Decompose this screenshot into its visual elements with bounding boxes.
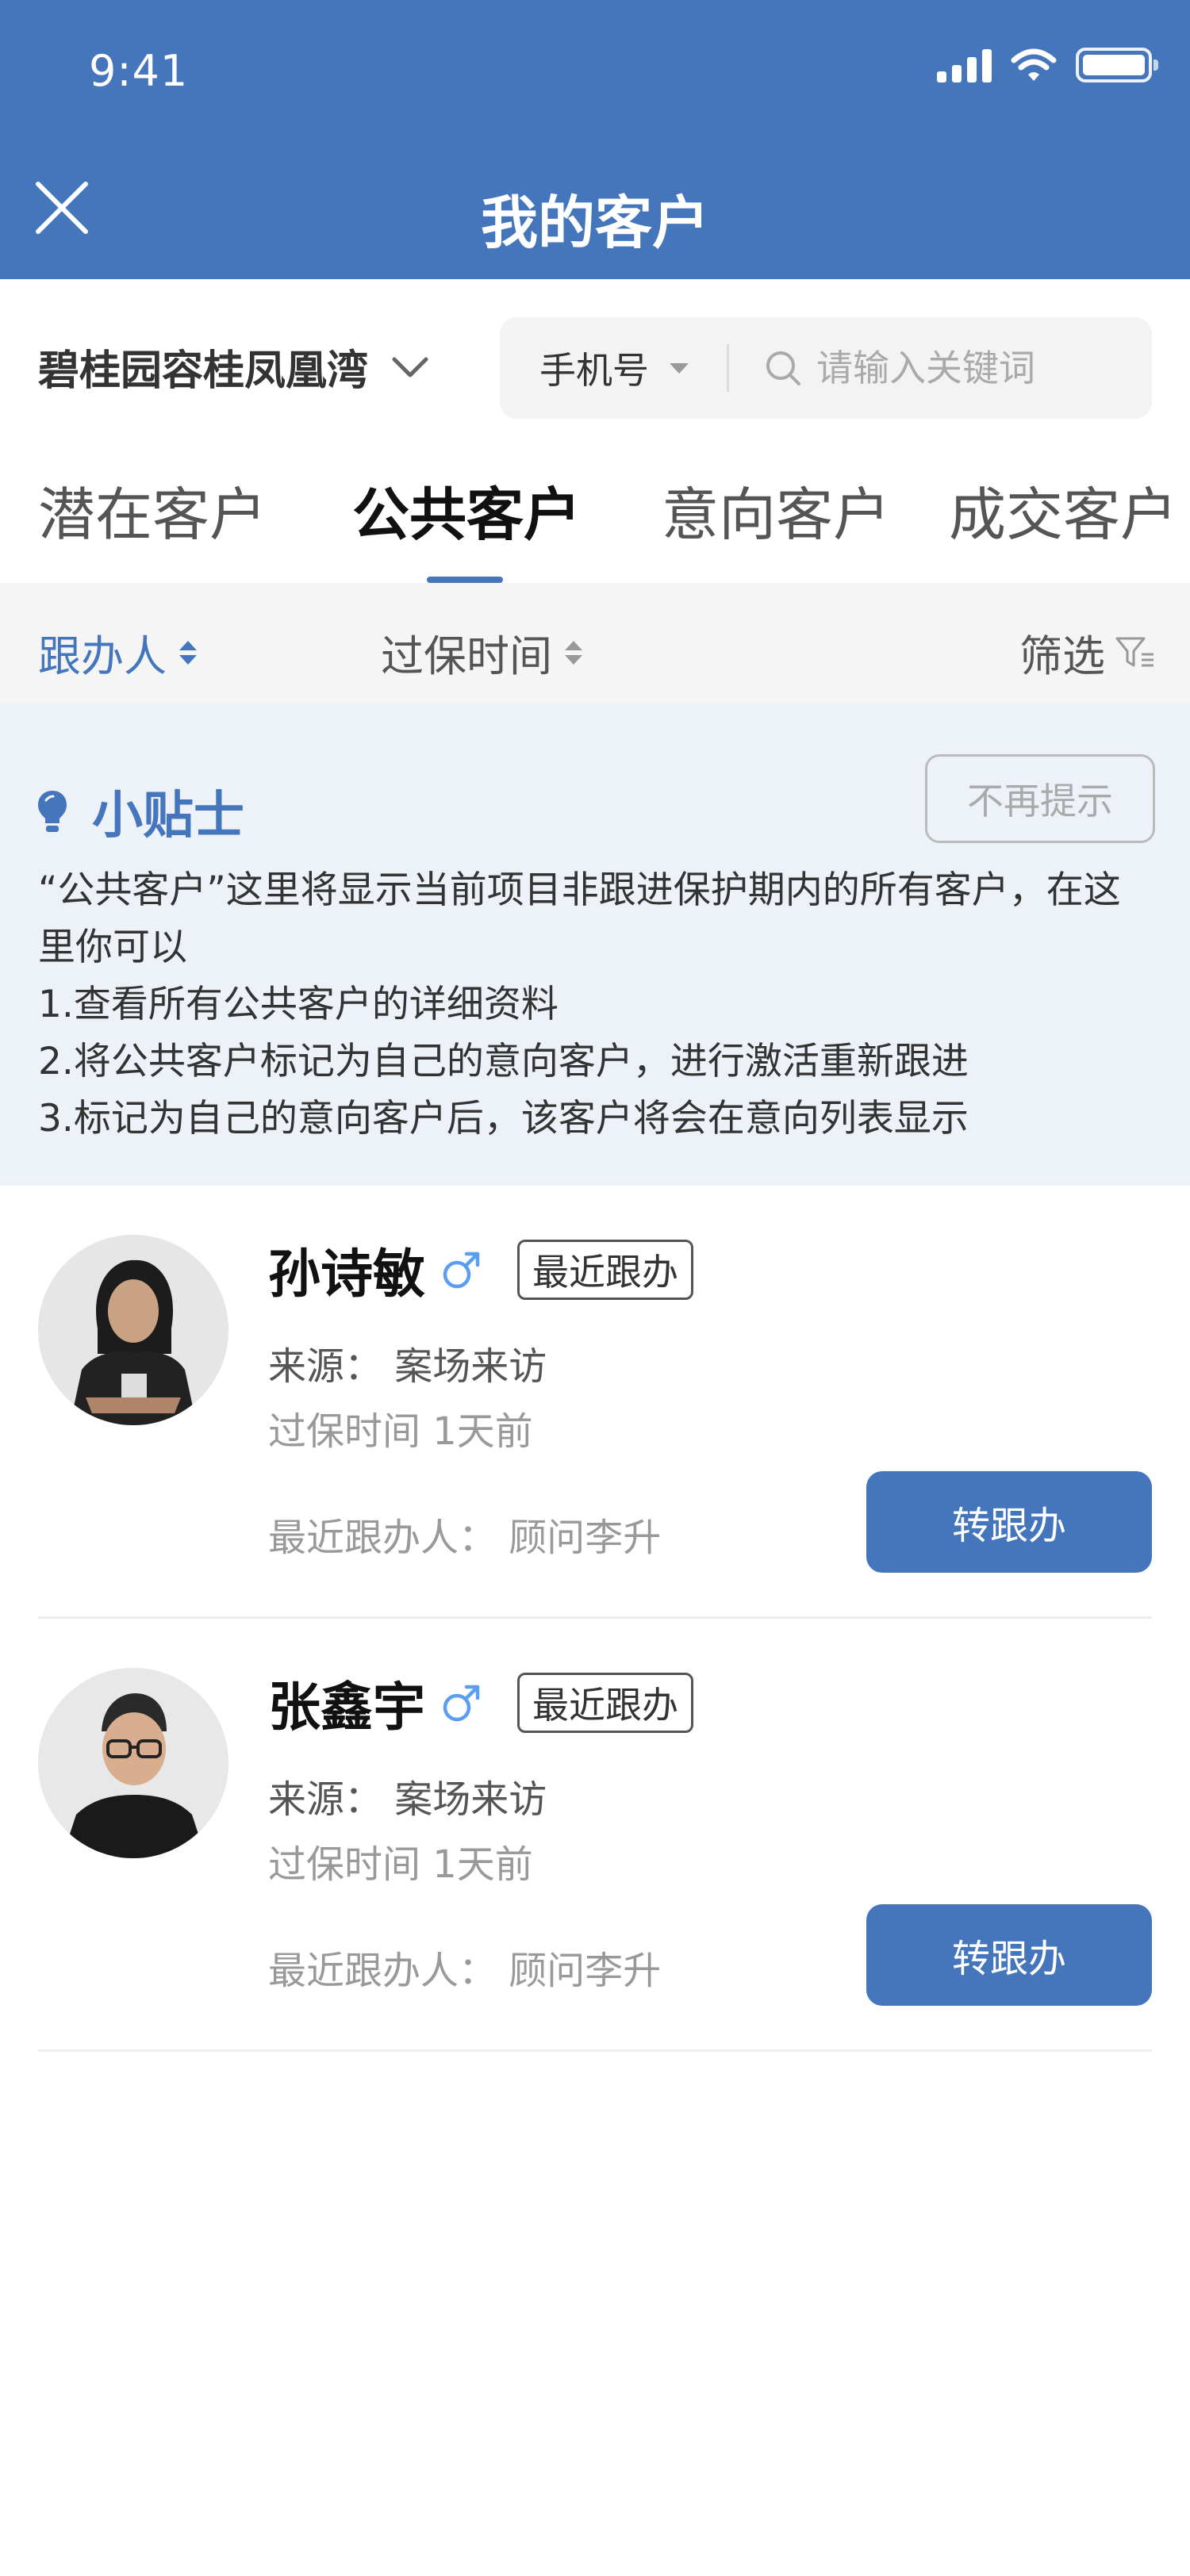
customer-source: 来源： 案场来访 <box>268 1344 547 1389</box>
dismiss-tip-button[interactable]: 不再提示 <box>925 754 1155 843</box>
avatar-portrait-image <box>38 1235 228 1425</box>
avatar-portrait-image <box>38 1668 228 1858</box>
sort-arrows-icon <box>179 640 197 665</box>
tip-line: 1.查看所有公共客户的详细资料 <box>38 983 559 1026</box>
sort-arrows-icon <box>565 640 582 665</box>
chevron-down-icon <box>392 357 428 377</box>
customer-name: 张鑫宇 <box>268 1677 425 1738</box>
customer-name: 孙诗敏 <box>268 1244 425 1305</box>
project-name: 碧桂园容桂凤凰湾 <box>38 347 369 395</box>
tab-deal[interactable]: 成交客户 <box>949 468 1177 551</box>
search-type-label: 手机号 <box>539 349 649 392</box>
tip-title: 小贴士 <box>36 775 244 848</box>
transfer-follow-button[interactable]: 转跟办 <box>866 1471 1152 1573</box>
status-time: 9:41 <box>89 46 189 96</box>
tip-line: 3.标记为自己的意向客户后，该客户将会在意向列表显示 <box>38 1097 969 1140</box>
search-field <box>729 347 1152 389</box>
search-input[interactable] <box>816 347 1118 389</box>
recent-follower: 最近跟办人： 顾问李升 <box>268 1516 662 1560</box>
customer-name-row: 张鑫宇 最近跟办 <box>268 1665 693 1741</box>
avatar <box>38 1668 228 1858</box>
tab-intention[interactable]: 意向客户 <box>662 468 890 551</box>
customer-source: 来源： 案场来访 <box>268 1777 547 1822</box>
search-icon <box>766 351 800 385</box>
tip-title-text: 小贴士 <box>92 787 244 845</box>
customer-expire-time: 过保时间 1天前 <box>268 1842 533 1887</box>
customer-name-row: 孙诗敏 最近跟办 <box>268 1232 693 1308</box>
status-icons <box>937 48 1158 82</box>
male-icon <box>443 1252 480 1289</box>
customer-tabs: 潜在客户 公共客户 意向客户 成交客户 <box>0 468 1190 583</box>
project-dropdown[interactable]: 碧桂园容桂凤凰湾 <box>38 337 428 397</box>
male-icon <box>443 1685 480 1722</box>
filter-button[interactable]: 筛选 <box>1019 621 1156 684</box>
sort-by-expire-time[interactable]: 过保时间 <box>381 621 582 684</box>
tab-active-indicator <box>427 577 503 583</box>
tab-potential[interactable]: 潜在客户 <box>38 468 267 551</box>
sort-handler-label: 跟办人 <box>38 631 167 681</box>
sort-expire-label: 过保时间 <box>381 631 552 681</box>
tab-public[interactable]: 公共客户 <box>352 468 581 551</box>
search-bar: 手机号 <box>500 317 1152 419</box>
avatar <box>38 1235 228 1425</box>
filter-icon <box>1115 637 1154 666</box>
signal-icon <box>937 48 992 82</box>
nav-header: 9:41 我的客户 <box>0 0 1190 279</box>
page-title: 我的客户 <box>480 190 709 256</box>
customer-card[interactable]: 孙诗敏 最近跟办 来源： 案场来访 过保时间 1天前 最近跟办人： 顾问李升 转… <box>38 1186 1152 1619</box>
recent-follower: 最近跟办人： 顾问李升 <box>268 1949 662 1993</box>
customer-expire-time: 过保时间 1天前 <box>268 1409 533 1454</box>
tip-content: “公共客户”这里将显示当前项目非跟进保护期内的所有客户，在这里你可以 1.查看所… <box>38 862 1157 1148</box>
lightbulb-icon <box>38 791 67 832</box>
filter-label: 筛选 <box>1019 631 1105 681</box>
sort-bar: 跟办人 过保时间 筛选 <box>0 583 1190 703</box>
tip-panel: 小贴士 不再提示 “公共客户”这里将显示当前项目非跟进保护期内的所有客户，在这里… <box>0 703 1190 1186</box>
transfer-follow-button[interactable]: 转跟办 <box>866 1904 1152 2006</box>
customer-card[interactable]: 张鑫宇 最近跟办 来源： 案场来访 过保时间 1天前 最近跟办人： 顾问李升 转… <box>38 1619 1152 2052</box>
recent-follow-badge: 最近跟办 <box>517 1673 693 1733</box>
recent-follow-badge: 最近跟办 <box>517 1240 693 1300</box>
wifi-icon <box>1011 48 1057 81</box>
battery-icon <box>1076 48 1158 82</box>
caret-down-icon <box>670 362 689 374</box>
tip-line: “公共客户”这里将显示当前项目非跟进保护期内的所有客户，在这里你可以 <box>38 868 1121 969</box>
search-type-select[interactable]: 手机号 <box>500 342 727 394</box>
sort-by-handler[interactable]: 跟办人 <box>38 621 197 684</box>
tip-line: 2.将公共客户标记为自己的意向客户，进行激活重新跟进 <box>38 1040 969 1083</box>
